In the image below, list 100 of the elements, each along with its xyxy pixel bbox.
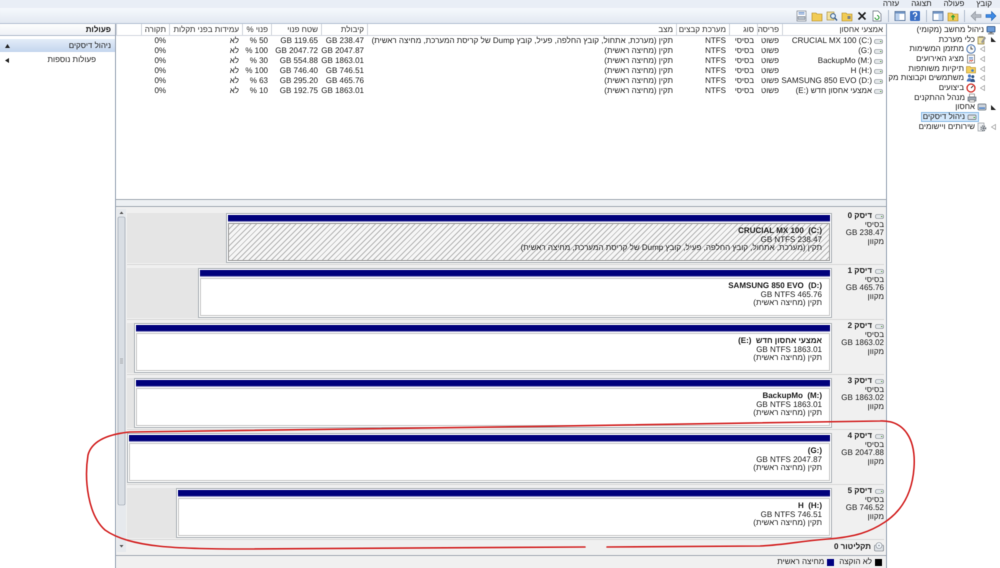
notepad-icon bbox=[977, 34, 987, 45]
column-header[interactable]: פנוי % bbox=[242, 24, 271, 35]
magnifier-icon[interactable] bbox=[826, 10, 838, 22]
form-icon[interactable] bbox=[796, 10, 808, 22]
table-cell: תקין (מחיצה ראשית) bbox=[604, 76, 673, 86]
table-cell: בסיסי bbox=[734, 46, 754, 56]
menu-item[interactable]: תצוגה bbox=[911, 0, 932, 8]
expanded-triangle-icon[interactable] bbox=[991, 37, 996, 42]
arrow-left-icon[interactable] bbox=[970, 10, 982, 22]
table-cell: GB 192.75 bbox=[280, 86, 318, 96]
table-cell: GB 1863.01 bbox=[321, 86, 364, 96]
table-cell: GB 465.76 bbox=[326, 76, 364, 86]
table-cell: בסיסי bbox=[734, 56, 754, 66]
collapsed-triangle-icon[interactable] bbox=[980, 84, 985, 91]
tree-item[interactable]: משתמשים וקבוצות מק bbox=[887, 73, 978, 84]
drive-icon bbox=[874, 58, 883, 64]
table-cell: GB 746.40 bbox=[280, 66, 318, 76]
tree-item[interactable]: מתזמן המשימות bbox=[907, 44, 978, 54]
column-header[interactable]: שטח פנוי bbox=[271, 24, 321, 35]
table-cell: בסיסי bbox=[734, 36, 754, 46]
table-cell: GB 119.65 bbox=[280, 36, 318, 46]
disk-status: מקוון bbox=[868, 512, 884, 522]
panel-icon[interactable] bbox=[932, 10, 944, 22]
tree-item[interactable]: ניהול דיסקים bbox=[920, 112, 979, 122]
table-cell: NTFS bbox=[705, 86, 726, 96]
computer-icon bbox=[986, 24, 996, 35]
column-header[interactable]: תקורה bbox=[141, 24, 169, 35]
table-cell: GB 2047.72 bbox=[275, 46, 318, 56]
partition-name: BackupMo (M:) bbox=[762, 392, 822, 401]
disk-status: מקוון bbox=[868, 402, 884, 412]
tree-item[interactable]: מנהל ההתקנים bbox=[912, 92, 979, 103]
tree-item[interactable]: אחסון bbox=[953, 102, 989, 112]
legend-label: לא הוקצה bbox=[839, 557, 872, 567]
table-cell: BackupMo (M:) bbox=[818, 56, 872, 66]
column-header[interactable]: מערכת קבצים bbox=[676, 24, 729, 35]
help-icon[interactable] bbox=[909, 10, 921, 22]
table-cell: תקין (מחיצה ראשית) bbox=[604, 66, 673, 76]
table-cell: GB 2047.87 bbox=[321, 46, 364, 56]
partition-status: תקין (מחיצה ראשית) bbox=[753, 354, 822, 363]
expanded-triangle-icon[interactable] bbox=[991, 104, 996, 110]
column-header[interactable]: פריסה bbox=[757, 24, 782, 35]
column-header[interactable]: סוג bbox=[729, 24, 757, 35]
vertical-scrollbar[interactable] bbox=[117, 209, 126, 552]
folder-icon[interactable] bbox=[841, 10, 853, 22]
disk-type: בסיסי bbox=[864, 220, 884, 229]
partition-size: GB NTFS 1863.01 bbox=[756, 346, 822, 354]
collapsed-triangle-icon[interactable] bbox=[980, 66, 985, 72]
table-cell: % 100 bbox=[245, 66, 268, 76]
collapsed-triangle-icon[interactable] bbox=[980, 56, 985, 62]
table-cell: תקין (מחיצה ראשית) bbox=[604, 56, 673, 66]
menu-item[interactable]: קובץ bbox=[976, 0, 992, 8]
table-cell: 0% bbox=[154, 66, 166, 76]
table-cell: פשוט bbox=[760, 56, 779, 66]
column-header[interactable]: אמצעי אחסון bbox=[782, 24, 886, 35]
action-section[interactable]: ניהול דיסקים bbox=[0, 39, 115, 52]
column-header[interactable]: עמידות בפני תקלות bbox=[169, 24, 242, 35]
tree-item[interactable]: תיקיות משותפות bbox=[906, 64, 978, 74]
column-header[interactable]: מצב bbox=[367, 24, 676, 35]
table-cell: פשוט bbox=[760, 76, 779, 86]
legend-label: מחיצה ראשית bbox=[777, 557, 824, 567]
column-header[interactable]: קיבולת bbox=[321, 24, 367, 35]
tree-item[interactable]: ניהול מחשב (מקומי) bbox=[914, 24, 998, 35]
table-cell: תקין (מערכת, אתחול, קובץ החלפה, פעיל, קובץ Dump של קריסת המערכת, מחיצה ראשית) bbox=[372, 36, 673, 46]
tree-item[interactable]: ביצועים bbox=[936, 82, 978, 93]
table-cell: בסיסי bbox=[734, 66, 754, 76]
delete-icon[interactable] bbox=[856, 10, 868, 22]
disk-size: GB 1863.02 bbox=[841, 339, 884, 348]
collapsed-triangle-icon[interactable] bbox=[980, 75, 985, 82]
disk-name: דיסק 1 bbox=[848, 267, 872, 276]
action-item[interactable]: פעולות נוספות bbox=[0, 54, 115, 66]
collapsed-triangle-icon[interactable] bbox=[991, 124, 996, 130]
tree-item[interactable]: שירותים ויישומים bbox=[916, 122, 989, 132]
collapsed-triangle-icon[interactable] bbox=[980, 46, 985, 52]
folder-arrow-icon[interactable] bbox=[947, 10, 959, 22]
arrow-right-icon[interactable] bbox=[985, 10, 997, 22]
disk-status: מקוון bbox=[868, 458, 884, 466]
partition-size: GB NTFS 1863.01 bbox=[756, 400, 822, 409]
table-cell: NTFS bbox=[705, 76, 726, 86]
table-cell: בסיסי bbox=[734, 86, 754, 96]
table-cell: לא bbox=[230, 46, 239, 56]
disk-status: מקוון bbox=[868, 348, 884, 356]
tree-item[interactable]: כלי מערכת bbox=[936, 34, 989, 45]
table-cell: NTFS bbox=[705, 66, 726, 76]
panel-icon[interactable] bbox=[894, 10, 906, 22]
disk-type: בסיסי bbox=[864, 276, 884, 284]
disk-size: GB 2047.88 bbox=[841, 449, 884, 458]
users-icon bbox=[966, 73, 976, 84]
gauge-icon bbox=[966, 82, 976, 93]
tree-item[interactable]: מציג האירועים bbox=[914, 54, 978, 64]
table-cell: CRUCIAL MX 100 (C:) bbox=[792, 36, 872, 46]
table-cell: 0% bbox=[154, 86, 166, 96]
table-cell: פשוט bbox=[760, 36, 779, 46]
splitter-bar[interactable] bbox=[116, 200, 886, 207]
partition-name: CRUCIAL MX 100 (C:) bbox=[738, 227, 822, 236]
table-cell: לא bbox=[230, 56, 239, 66]
table-cell: לא bbox=[230, 66, 239, 76]
partition-name: אמצעי אחסון חדש (E:) bbox=[738, 337, 822, 346]
menu-item[interactable]: עזרה bbox=[882, 0, 900, 8]
table-cell: NTFS bbox=[705, 36, 726, 46]
disk-size: GB 238.47 bbox=[846, 229, 884, 238]
